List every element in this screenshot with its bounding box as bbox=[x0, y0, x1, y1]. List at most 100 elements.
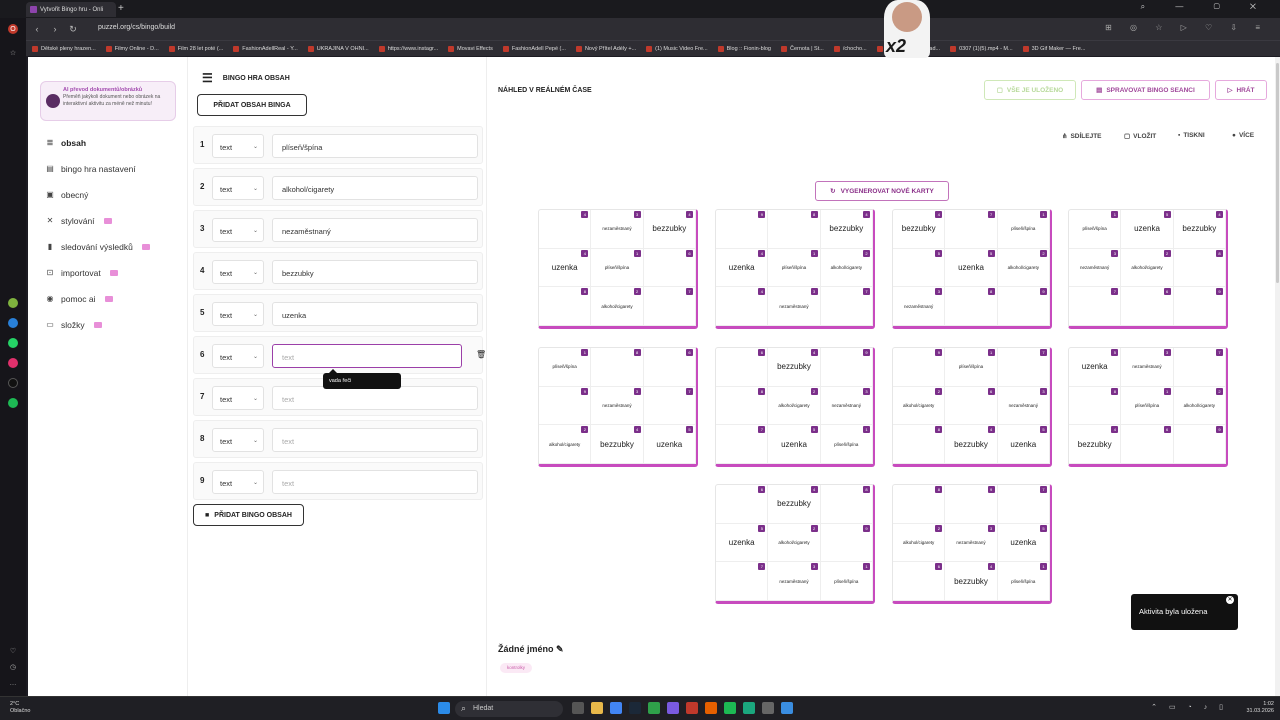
clock-date: 31.03.2026 bbox=[1246, 708, 1274, 714]
type-select[interactable]: text ⌄ bbox=[212, 176, 264, 200]
bookmark-item[interactable]: /chocho... bbox=[833, 45, 867, 52]
heart-icon[interactable]: ♡ bbox=[8, 646, 18, 656]
firefox-icon[interactable] bbox=[705, 702, 717, 714]
weather-widget[interactable]: 2°C Oblačno bbox=[10, 701, 31, 715]
content-input[interactable]: alkohol/cigarety bbox=[272, 176, 478, 200]
type-select[interactable]: text ⌄ bbox=[212, 344, 264, 368]
back-icon[interactable]: ‹ bbox=[30, 24, 44, 34]
bookmark-item[interactable]: FashionAdellReal - Y... bbox=[233, 45, 298, 52]
bookmark-item[interactable]: Movavi Effects bbox=[448, 45, 493, 52]
spotify-icon[interactable] bbox=[8, 398, 18, 408]
browser-tab[interactable]: Vytvořit Bingo hru - Onli bbox=[26, 2, 116, 17]
star-icon[interactable]: ☆ bbox=[8, 48, 18, 58]
bookmark-item[interactable]: Nový Přítel Adély +... bbox=[575, 45, 636, 52]
scrollbar[interactable] bbox=[1275, 57, 1280, 696]
sidebar-item-settings[interactable]: ▤ bingo hra nastavení bbox=[40, 156, 176, 182]
bingo-cell-text: nezaměstnaný bbox=[779, 578, 809, 584]
type-select[interactable]: text ⌄ bbox=[212, 302, 264, 326]
generate-cards-button[interactable]: ↻ VYGENEROVAT NOVÉ KARTY bbox=[815, 181, 949, 201]
manage-session-button[interactable]: ▤ SPRAVOVAT BINGO SEANCI bbox=[1081, 80, 1210, 100]
spotify-icon[interactable] bbox=[724, 702, 736, 714]
card-icon: ▣ bbox=[46, 190, 54, 199]
forward-icon[interactable]: › bbox=[48, 24, 62, 34]
type-select[interactable]: text ⌄ bbox=[212, 134, 264, 158]
print-button[interactable]: ▪ TISKNI bbox=[1178, 132, 1205, 139]
bookmark-item[interactable]: (1) Music Video Fre... bbox=[646, 45, 708, 52]
activity-name[interactable]: Žádné jméno ✎ bbox=[498, 644, 564, 655]
sidebar-item-styling[interactable]: ✕ stylování bbox=[40, 208, 176, 234]
bookmark-item[interactable]: Dětské pleny hrazen... bbox=[32, 45, 96, 52]
app3-icon[interactable] bbox=[762, 702, 774, 714]
sidebar-item-general[interactable]: ▣ obecný bbox=[40, 182, 176, 208]
app-icon[interactable] bbox=[648, 702, 660, 714]
more-button[interactable]: ● VÍCE bbox=[1232, 132, 1254, 139]
clock[interactable]: 1:02 31.03.2026 bbox=[1246, 701, 1274, 715]
discord-icon[interactable] bbox=[667, 702, 679, 714]
share-button[interactable]: ⋔ SDÍLEJTE bbox=[1062, 132, 1102, 141]
play-button[interactable]: ▷ HRÁT bbox=[1215, 80, 1267, 100]
url-field[interactable]: puzzel.org/cs/bingo/build bbox=[98, 24, 175, 31]
bookmark-item[interactable]: 0307 (1)(5).mp4 - M... bbox=[950, 45, 1013, 52]
scrollbar-thumb[interactable] bbox=[1276, 63, 1279, 283]
opera-icon[interactable] bbox=[686, 702, 698, 714]
bookmark-item[interactable]: UKRAJINA V OHNI... bbox=[307, 45, 369, 52]
file-explorer-icon[interactable] bbox=[591, 702, 603, 714]
reload-icon[interactable]: ↻ bbox=[66, 24, 80, 35]
trash-icon[interactable]: 🗑 bbox=[476, 350, 486, 359]
opera-logo-icon[interactable]: O bbox=[8, 24, 18, 34]
content-input[interactable]: plíseň/špína bbox=[272, 134, 478, 158]
chrome-icon[interactable] bbox=[610, 702, 622, 714]
messenger-icon[interactable] bbox=[8, 318, 18, 328]
content-input[interactable]: text bbox=[272, 386, 478, 410]
edit-icon[interactable]: ✎ bbox=[556, 644, 564, 654]
tag-badge[interactable]: kontrolky bbox=[500, 663, 532, 673]
sidebar-item-obsah[interactable]: ≣ obsah bbox=[40, 130, 176, 156]
content-input[interactable]: text bbox=[272, 470, 478, 494]
add-content-bottom-button[interactable]: ■ PŘIDAT BINGO OBSAH bbox=[193, 504, 304, 526]
app4-icon[interactable] bbox=[781, 702, 793, 714]
sidebar-item-folders[interactable]: ▭ složky bbox=[40, 312, 176, 338]
content-input[interactable]: bezzubky bbox=[272, 260, 478, 284]
embed-button[interactable]: ▢ VLOŽIT bbox=[1124, 132, 1156, 141]
more-icon[interactable]: … bbox=[8, 678, 18, 688]
content-input[interactable]: text bbox=[272, 428, 478, 452]
steam-icon[interactable] bbox=[629, 702, 641, 714]
content-input[interactable]: nezaměstnaný bbox=[272, 218, 478, 242]
task-view-icon[interactable] bbox=[572, 702, 584, 714]
add-content-top-button[interactable]: PŘIDAT OBSAH BINGA bbox=[197, 94, 307, 116]
sidebar-item-tracking[interactable]: ▮ sledování výsledků bbox=[40, 234, 176, 260]
browser-toolbar-icons[interactable]: ⊞ ◎ ☆ ▷ ♡ ⇩ ≡ bbox=[1105, 23, 1268, 32]
sidebar-item-ai[interactable]: ◉ pomoc ai bbox=[40, 286, 176, 312]
window-controls[interactable]: ⌕ — ▢ ✕ bbox=[1141, 2, 1270, 12]
bookmark-item[interactable]: Blog :: Fionin-blog bbox=[717, 45, 771, 52]
sidebar-item-import[interactable]: ⊡ importovat bbox=[40, 260, 176, 286]
ai-promo-card[interactable]: AI převod dokumentů/obrázků Přeměň jakýk… bbox=[40, 81, 176, 121]
sidebar-item-label: stylování bbox=[61, 216, 95, 226]
tiktok-icon[interactable] bbox=[8, 378, 18, 388]
bookmark-item[interactable]: Film 28 let poté (... bbox=[168, 45, 223, 52]
type-select[interactable]: text ⌄ bbox=[212, 218, 264, 242]
saved-button[interactable]: ▢ VŠE JE ULOŽENO bbox=[984, 80, 1076, 100]
system-tray-icons[interactable]: ⌃ ▭ ◔ ♪ ▯ bbox=[1151, 703, 1228, 711]
type-select[interactable]: text ⌄ bbox=[212, 470, 264, 494]
type-select[interactable]: text ⌄ bbox=[212, 260, 264, 284]
bookmark-item[interactable]: https://www.instagr... bbox=[378, 45, 438, 52]
windows-start-icon[interactable] bbox=[438, 702, 450, 714]
bookmark-item[interactable]: Černota | St... bbox=[780, 45, 824, 52]
chatgpt-icon[interactable] bbox=[8, 298, 18, 308]
bookmark-item[interactable]: Filmy Online - D... bbox=[105, 45, 159, 52]
app2-icon[interactable] bbox=[743, 702, 755, 714]
taskbar-search[interactable]: Hledat bbox=[455, 701, 563, 717]
content-input[interactable]: uzenka bbox=[272, 302, 478, 326]
menu-icon[interactable]: ☰ bbox=[202, 71, 213, 85]
bookmark-item[interactable]: FashionAdell Pepé (... bbox=[502, 45, 566, 52]
bookmark-item[interactable]: 3D Gif Maker — Fre... bbox=[1022, 45, 1085, 52]
whatsapp-icon[interactable] bbox=[8, 338, 18, 348]
new-tab-icon[interactable]: + bbox=[118, 3, 124, 14]
close-icon[interactable]: ✕ bbox=[1226, 596, 1234, 604]
type-select[interactable]: text ⌄ bbox=[212, 428, 264, 452]
history-icon[interactable]: ◷ bbox=[8, 662, 18, 672]
type-select[interactable]: text ⌄ bbox=[212, 386, 264, 410]
instagram-icon[interactable] bbox=[8, 358, 18, 368]
content-input[interactable]: text bbox=[272, 344, 462, 368]
